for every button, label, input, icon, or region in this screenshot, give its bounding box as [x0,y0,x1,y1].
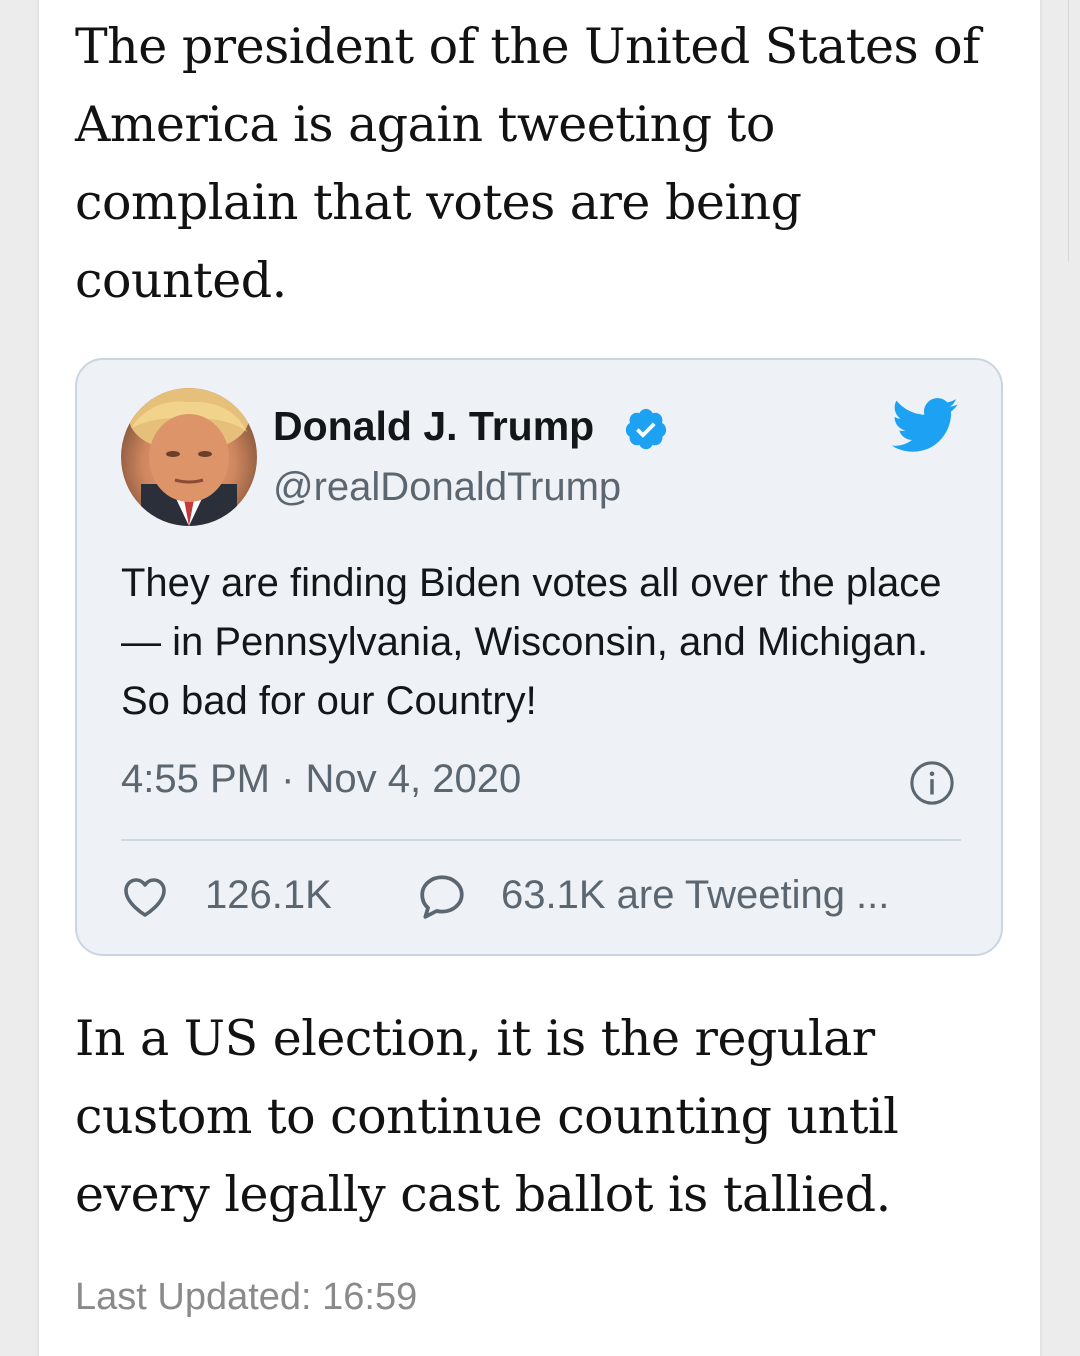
article-paragraph-intro: The president of the United States of Am… [75,18,980,309]
like-count[interactable]: 126.1K [205,870,332,920]
article-paragraph-election: In a US election, it is the regular cust… [75,1010,899,1223]
last-updated-label: Last Updated: 16:59 [75,1276,418,1318]
verified-badge-icon [625,408,667,450]
tweet-divider [121,839,961,841]
tweet-author-name[interactable]: Donald J. Trump [273,400,594,452]
info-icon[interactable] [909,760,955,806]
speech-bubble-icon[interactable] [417,872,467,920]
tweet-text: They are finding Biden votes all over th… [121,561,942,723]
tweeting-count[interactable]: 63.1K are Tweeting ... [501,870,889,920]
heart-icon[interactable] [121,874,169,918]
tweet-timestamp[interactable]: 4:55 PM · Nov 4, 2020 [121,754,521,804]
avatar[interactable] [121,388,257,526]
embedded-tweet[interactable]: Donald J. Trump @realDonaldTrump They ar… [75,358,1003,956]
twitter-bird-icon[interactable] [889,396,959,454]
scroll-edge [1068,0,1069,262]
tweet-author-handle[interactable]: @realDonaldTrump [273,462,621,512]
